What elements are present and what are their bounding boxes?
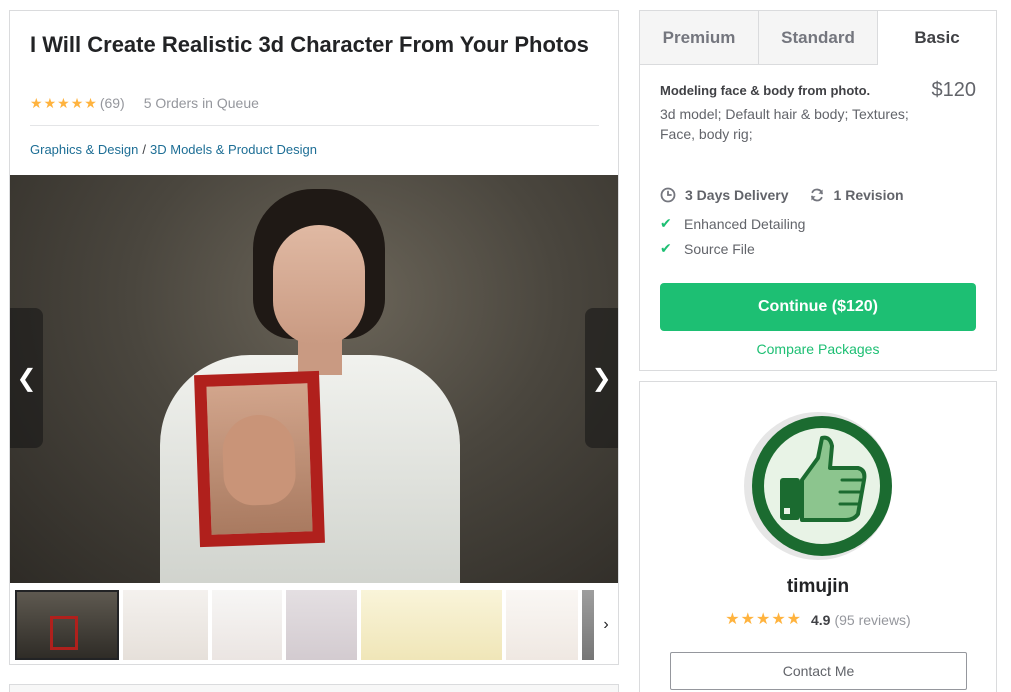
thumbnails-next-button[interactable]: › [594,589,618,661]
breadcrumb-subcategory-link[interactable]: 3D Models & Product Design [150,142,317,157]
compare-packages-link[interactable]: Compare Packages [640,341,996,357]
rating-stars: ★ ★ ★ ★ ★ [30,96,97,110]
feature-item: ✔ Source File [660,240,755,257]
seller-avatar[interactable] [742,410,894,562]
star-icon: ★ [755,611,771,628]
breadcrumb-separator: / [142,142,147,157]
star-icon: ★ [771,611,786,628]
revision-count: 1 Revision [833,187,904,203]
tab-basic[interactable]: Basic [878,11,996,65]
star-icon: ★ [740,611,755,628]
seller-name[interactable]: timujin [640,576,996,598]
photo-face [221,413,297,507]
star-icon: ★ [84,95,97,111]
star-icon: ★ [30,95,43,111]
check-icon: ✔ [660,215,672,231]
feature-item: ✔ Enhanced Detailing [660,215,805,232]
gallery-main-image[interactable]: ❮ ❯ [10,175,618,583]
tab-premium[interactable]: Premium [640,11,759,65]
seller-rating: ★ ★ ★ ★ ★ 4.9 (95 reviews) [640,611,996,629]
seller-score: 4.9 [811,612,831,628]
star-icon: ★ [57,95,70,111]
divider [30,125,599,126]
gallery-thumbnail[interactable] [123,590,208,660]
gig-title: I Will Create Realistic 3d Character Fro… [30,32,589,57]
star-icon: ★ [43,95,57,111]
gig-overview-card: I Will Create Realistic 3d Character Fro… [9,10,619,665]
clock-icon [660,187,676,203]
gallery-prev-button[interactable]: ❮ [10,308,43,448]
star-icon: ★ [70,95,84,111]
breadcrumb: Graphics & Design /3D Models & Product De… [30,142,317,157]
chevron-right-icon: › [603,616,609,633]
package-tabs: Premium Standard Basic [640,11,996,65]
contact-button[interactable]: Contact Me [670,652,967,690]
chevron-left-icon: ❮ [16,364,37,392]
package-price: $120 [931,79,977,101]
next-section-card [9,684,619,692]
star-icon: ★ [725,611,740,628]
package-card: Premium Standard Basic Modeling face & b… [639,10,997,371]
check-icon: ✔ [660,240,672,256]
star-icon: ★ [786,611,801,628]
refresh-icon [809,187,825,203]
rating-count[interactable]: (69) [100,95,125,111]
package-meta: 3 Days Delivery 1 Revision [660,187,904,203]
seller-reviews[interactable]: (95 reviews) [834,612,910,628]
package-title: Modeling face & body from photo. [660,83,871,98]
feature-label: Enhanced Detailing [684,215,806,232]
figure-face [273,225,365,345]
package-description: 3d model; Default hair & body; Textures;… [660,106,909,142]
delivery-time: 3 Days Delivery [685,187,789,203]
gallery-thumbnail[interactable] [212,590,282,660]
orders-in-queue: 5 Orders in Queue [143,95,259,111]
continue-button[interactable]: Continue ($120) [660,283,976,331]
seller-card: timujin ★ ★ ★ ★ ★ 4.9 (95 reviews) Conta… [639,381,997,692]
gallery-thumbnails: › [10,589,618,661]
feature-label: Source File [684,240,755,257]
gallery-thumbnail[interactable] [506,590,578,660]
photo-frame [194,370,325,548]
breadcrumb-category-link[interactable]: Graphics & Design [30,142,138,157]
thumbs-up-icon [744,412,892,560]
gallery-next-button[interactable]: ❯ [585,308,618,448]
tab-standard[interactable]: Standard [759,11,878,65]
chevron-right-icon: ❯ [591,364,612,392]
gallery-thumbnail[interactable] [15,590,119,660]
gallery-thumbnail[interactable] [286,590,357,660]
gig-rating: ★ ★ ★ ★ ★ (69) 5 Orders in Queue [30,95,259,111]
gallery-thumbnail[interactable] [361,590,502,660]
